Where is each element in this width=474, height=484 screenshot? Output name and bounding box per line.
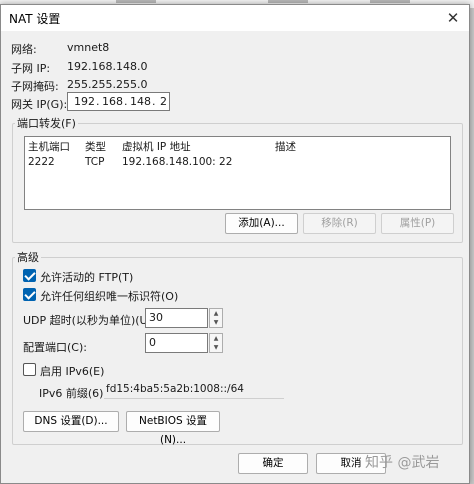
close-icon[interactable]: ✕ bbox=[443, 8, 463, 28]
add-button[interactable]: 添加(A)... bbox=[225, 213, 298, 234]
background-fragment bbox=[116, 0, 156, 3]
subnet-mask-label: 子网掩码: bbox=[11, 80, 59, 93]
udp-timeout-input[interactable]: 30 bbox=[145, 308, 208, 328]
gateway-octet-3[interactable]: 148 bbox=[130, 95, 151, 108]
octet-dot: . bbox=[96, 95, 100, 108]
octet-dot: . bbox=[124, 95, 128, 108]
gateway-ip-input[interactable]: 192 . 168 . 148 . 2 bbox=[67, 92, 170, 111]
chevron-up-icon[interactable]: ▲ bbox=[210, 309, 222, 318]
column-header-host-port[interactable]: 主机端口 bbox=[28, 139, 70, 154]
background-fragment bbox=[370, 0, 410, 3]
chevron-down-icon[interactable]: ▼ bbox=[210, 343, 222, 352]
config-port-label: 配置端口(C): bbox=[23, 341, 87, 354]
background-fragment bbox=[268, 0, 308, 3]
network-label: 网络: bbox=[11, 43, 37, 56]
port-forwarding-list[interactable]: 主机端口 类型 虚拟机 IP 地址 描述 2222 TCP 192.168.14… bbox=[24, 136, 451, 210]
chevron-down-icon[interactable]: ▼ bbox=[210, 318, 222, 327]
window-title: NAT 设置 bbox=[9, 12, 61, 26]
udp-timeout-spinner[interactable]: ▲ ▼ bbox=[209, 308, 223, 328]
ipv6-prefix-label: IPv6 前缀(6): bbox=[39, 387, 108, 400]
chevron-up-icon[interactable]: ▲ bbox=[210, 334, 222, 343]
ipv6-prefix-input[interactable]: fd15:4ba5:5a2b:1008::/64 bbox=[104, 380, 284, 399]
column-header-type[interactable]: 类型 bbox=[85, 139, 106, 154]
advanced-legend: 高级 bbox=[17, 251, 39, 264]
subnet-mask-value: 255.255.255.0 bbox=[67, 78, 148, 91]
title-bar: NAT 设置 ✕ bbox=[1, 5, 469, 31]
port-forwarding-legend: 端口转发(F) bbox=[17, 117, 76, 130]
subnet-ip-label: 子网 IP: bbox=[11, 62, 51, 75]
remove-button[interactable]: 移除(R) bbox=[303, 213, 376, 234]
table-row[interactable]: 2222 TCP 192.168.148.100: 22 bbox=[25, 154, 450, 170]
watermark: 知乎 @武岩 bbox=[365, 455, 440, 471]
enable-ipv6-label[interactable]: 启用 IPv6(E) bbox=[40, 363, 104, 379]
ok-button[interactable]: 确定 bbox=[238, 453, 308, 474]
config-port-spinner[interactable]: ▲ ▼ bbox=[209, 333, 223, 353]
nat-settings-dialog: NAT 设置 ✕ 网络: vmnet8 子网 IP: 192.168.148.0… bbox=[0, 4, 470, 484]
udp-timeout-label: UDP 超时(以秒为单位)(U): bbox=[23, 314, 156, 327]
column-header-description[interactable]: 描述 bbox=[275, 139, 296, 154]
enable-ipv6-checkbox[interactable] bbox=[23, 363, 36, 376]
properties-button[interactable]: 属性(P) bbox=[381, 213, 454, 234]
allow-any-oui-label[interactable]: 允许任何组织唯一标识符(O) bbox=[40, 288, 178, 304]
allow-active-ftp-checkbox[interactable] bbox=[23, 269, 36, 282]
dns-settings-button[interactable]: DNS 设置(D)... bbox=[23, 411, 119, 432]
allow-active-ftp-label[interactable]: 允许活动的 FTP(T) bbox=[40, 269, 133, 285]
octet-dot: . bbox=[152, 95, 156, 108]
config-port-input[interactable]: 0 bbox=[145, 333, 208, 353]
gateway-octet-2[interactable]: 168 bbox=[102, 95, 123, 108]
cell-type: TCP bbox=[85, 156, 105, 168]
allow-any-oui-checkbox[interactable] bbox=[23, 288, 36, 301]
netbios-settings-button[interactable]: NetBIOS 设置(N)... bbox=[126, 411, 220, 446]
subnet-ip-value: 192.168.148.0 bbox=[67, 60, 148, 73]
list-header: 主机端口 类型 虚拟机 IP 地址 描述 bbox=[25, 137, 450, 153]
gateway-octet-4[interactable]: 2 bbox=[160, 95, 167, 108]
network-value: vmnet8 bbox=[67, 41, 110, 54]
gateway-ip-label: 网关 IP(G): bbox=[11, 98, 68, 111]
cell-vm-ip: 192.168.148.100: 22 bbox=[122, 156, 233, 168]
gateway-octet-1[interactable]: 192 bbox=[74, 95, 95, 108]
cell-host-port: 2222 bbox=[28, 156, 55, 168]
column-header-vm-ip[interactable]: 虚拟机 IP 地址 bbox=[122, 139, 191, 154]
